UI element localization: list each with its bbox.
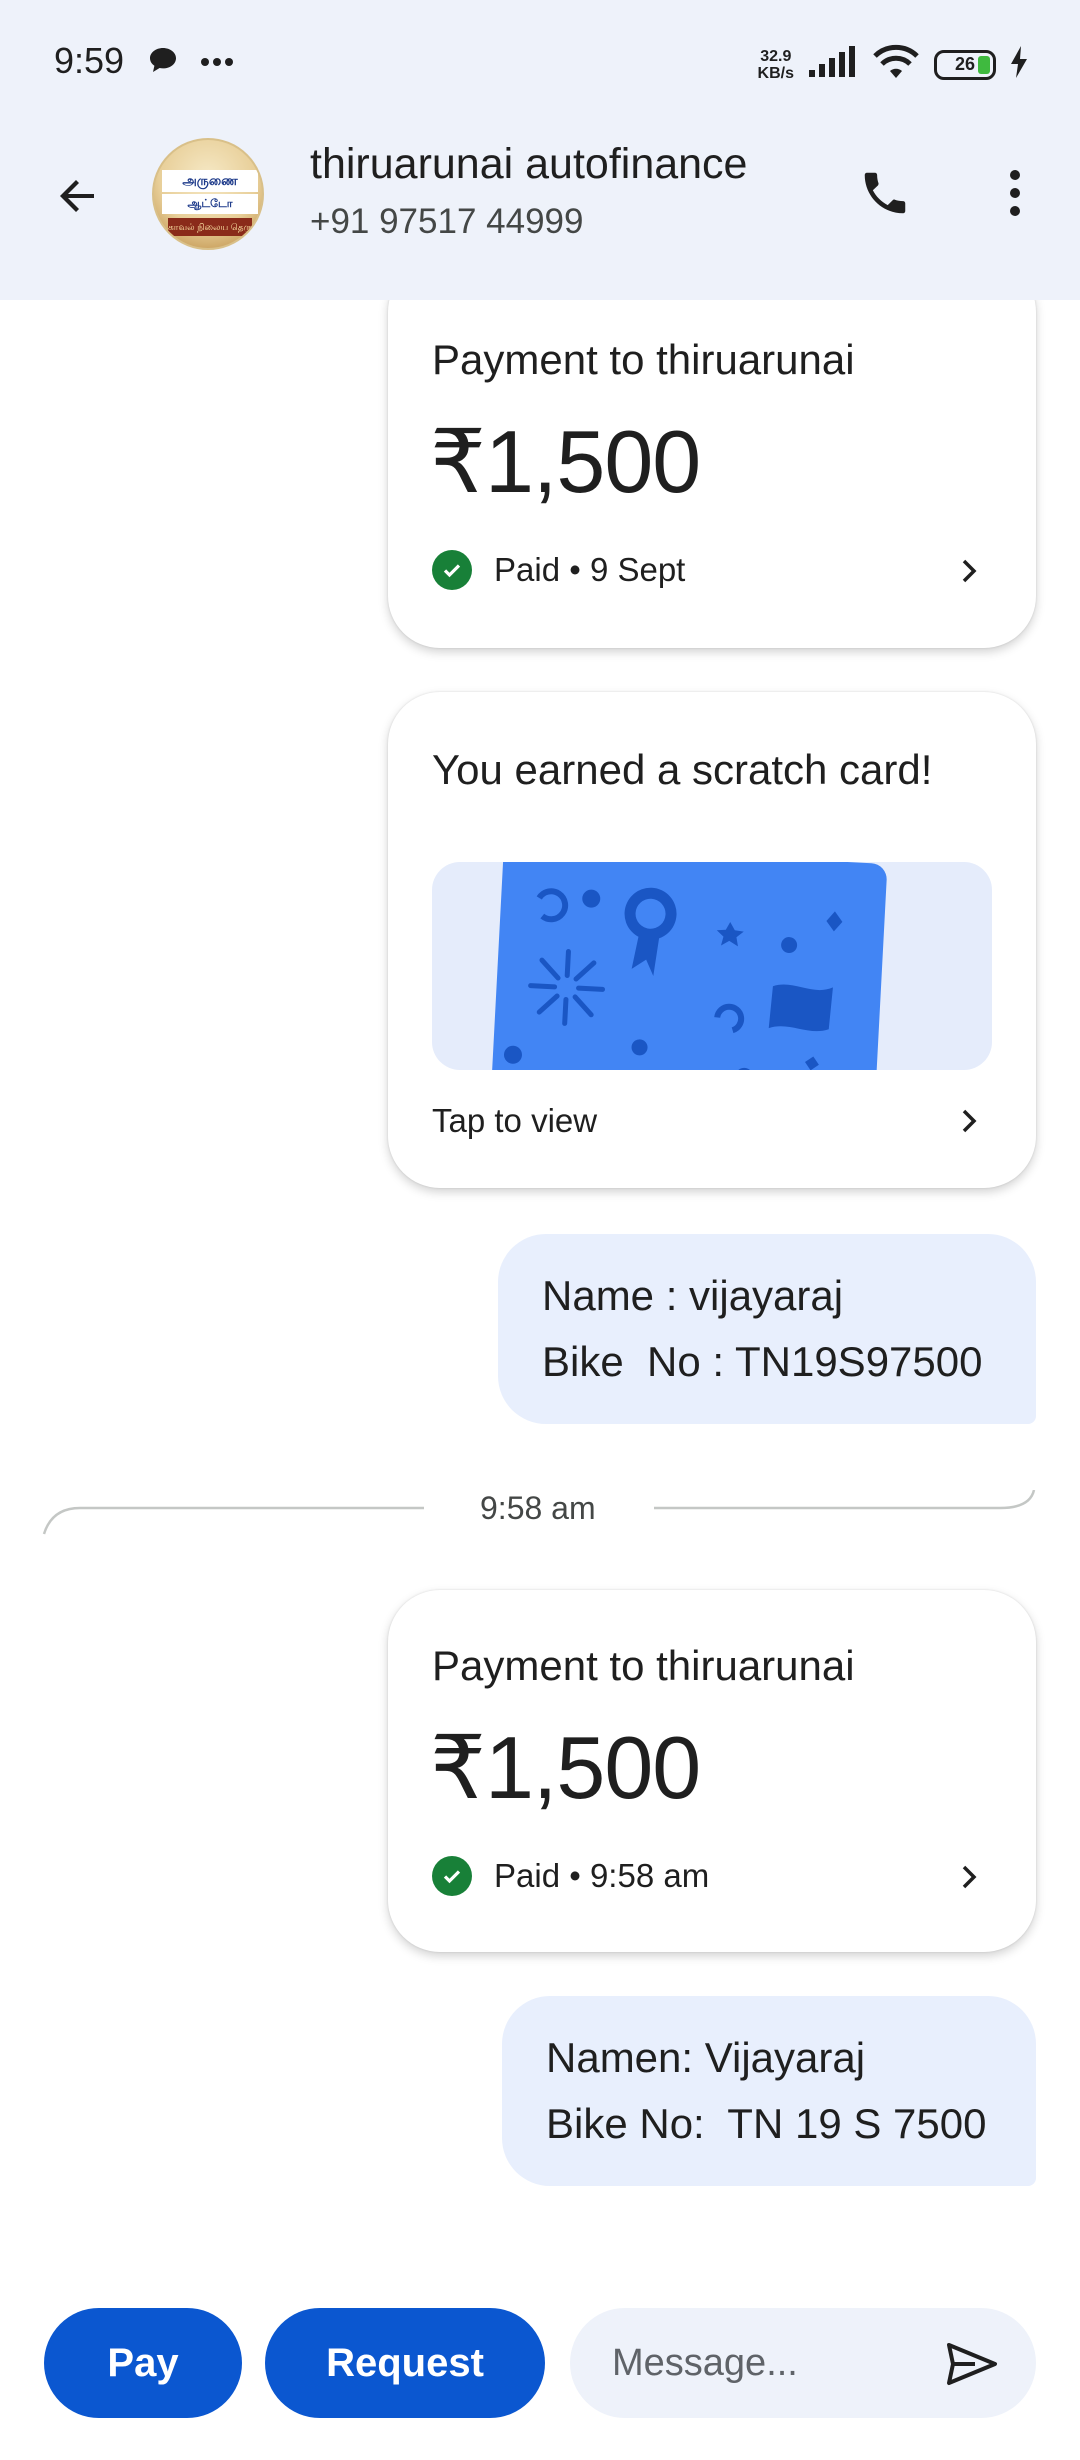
sent-message-bubble[interactable]: Namen: Vijayaraj Bike No: TN 19 S 7500	[502, 1996, 1036, 2186]
status-bar: 9:59 32.9 KB/s 26	[0, 0, 1080, 120]
status-time: 9:59	[54, 40, 125, 81]
call-button[interactable]	[850, 158, 920, 228]
send-button[interactable]	[944, 2336, 1000, 2392]
composer-bar: Pay Request	[0, 2270, 1080, 2460]
divider-time-label: 9:58 am	[480, 1490, 596, 1526]
signal-icon	[808, 46, 858, 83]
message-line: Bike No: TN 19 S 7500	[546, 2100, 987, 2147]
request-button[interactable]: Request	[265, 2308, 545, 2418]
battery-level: 26	[954, 54, 976, 74]
message-field[interactable]	[570, 2308, 1036, 2418]
payment-status-text: Paid • 9 Sept	[494, 551, 686, 588]
payment-status-text: Paid • 9:58 am	[494, 1857, 710, 1894]
payment-status: Paid • 9:58 am	[432, 1856, 709, 1896]
message-line: Namen: Vijayaraj	[546, 2034, 866, 2081]
message-line: Bike No : TN19S97500	[542, 1338, 983, 1385]
chevron-right-icon	[954, 1862, 984, 1892]
message-line: Name : vijayaraj	[542, 1272, 844, 1319]
status-system-icons: 32.9 KB/s 26	[758, 44, 1028, 85]
payment-amount: ₹1,500	[430, 1718, 701, 1817]
more-notifications-icon	[200, 54, 234, 72]
scratch-card-preview[interactable]	[432, 862, 992, 1070]
pay-button[interactable]: Pay	[44, 2308, 242, 2418]
scratch-card-message[interactable]: You earned a scratch card! Tap to view	[388, 692, 1036, 1188]
chevron-right-icon	[954, 1106, 984, 1136]
payment-amount: ₹1,500	[430, 412, 701, 511]
message-list[interactable]: Payment to thiruarunai ₹1,500 Paid • 9 S…	[0, 300, 1080, 2270]
message-input[interactable]	[612, 2332, 912, 2394]
back-button[interactable]	[48, 166, 108, 226]
contact-phone: +91 97517 44999	[310, 202, 584, 241]
payment-title: Payment to thiruarunai	[432, 336, 855, 383]
back-arrow-icon	[60, 180, 94, 212]
chevron-right-icon	[954, 556, 984, 586]
avatar-text-1: அருணை	[162, 170, 258, 192]
contact-avatar[interactable]: அருணை ஆட்டோ பைனான்ஸ் காவல் நிலைய தெரு	[152, 138, 264, 250]
time-divider: 9:58 am	[0, 1490, 1080, 1570]
more-vert-icon	[1010, 170, 1020, 216]
tap-to-view-label: Tap to view	[432, 1102, 598, 1139]
more-options-button[interactable]	[990, 158, 1040, 228]
avatar-text-3: காவல் நிலைய தெரு	[168, 218, 252, 236]
scratch-card-graphic	[487, 862, 888, 1070]
check-circle-icon	[432, 550, 472, 590]
payment-card[interactable]: Payment to thiruarunai ₹1,500 Paid • 9 S…	[388, 300, 1036, 648]
status-notifications	[148, 46, 234, 79]
network-speed-unit: KB/s	[757, 64, 794, 82]
message-bubble-icon	[148, 46, 178, 79]
avatar-text-2: ஆட்டோ பைனான்ஸ்	[162, 194, 258, 230]
network-speed-value: 32.9	[760, 47, 792, 65]
send-icon	[947, 2343, 997, 2385]
sent-message-bubble[interactable]: Name : vijayaraj Bike No : TN19S97500	[498, 1234, 1036, 1424]
contact-name[interactable]: thiruarunai autofinance	[310, 140, 747, 189]
check-circle-icon	[432, 1856, 472, 1896]
wifi-icon	[872, 44, 920, 85]
payment-status: Paid • 9 Sept	[432, 550, 685, 590]
scratch-title: You earned a scratch card!	[432, 746, 933, 793]
payment-title: Payment to thiruarunai	[432, 1642, 855, 1689]
phone-icon	[864, 172, 906, 214]
charging-icon	[1010, 46, 1028, 83]
network-speed: 32.9 KB/s	[758, 48, 794, 82]
payment-card[interactable]: Payment to thiruarunai ₹1,500 Paid • 9:5…	[388, 1590, 1036, 1952]
conversation-header: அருணை ஆட்டோ பைனான்ஸ் காவல் நிலைய தெரு th…	[0, 120, 1080, 300]
battery-icon: 26	[934, 49, 996, 80]
